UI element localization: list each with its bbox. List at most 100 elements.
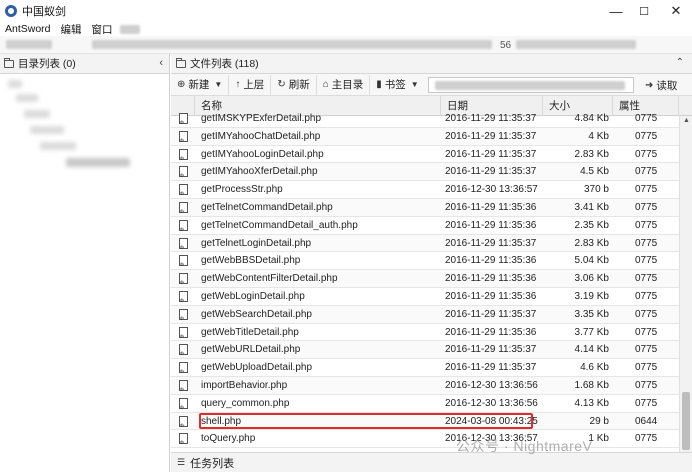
file-name: getWebSearchDetail.php [201, 308, 312, 320]
scroll-thumb[interactable] [682, 392, 690, 450]
file-size: 29 b [589, 415, 609, 427]
php-file-icon [179, 163, 193, 181]
php-file-icon [179, 128, 193, 146]
php-file-icon [179, 146, 193, 163]
table-row[interactable]: getWebTitleDetail.php 2016-11-29 11:35:36… [171, 324, 679, 342]
redacted-tree-node[interactable] [30, 126, 64, 134]
highlight-box [199, 412, 533, 429]
file-name: query_common.php [201, 397, 290, 409]
php-file-icon [179, 341, 193, 359]
menu-window[interactable]: 窗口 [87, 22, 118, 37]
file-size: 3.35 Kb [574, 308, 609, 320]
php-file-icon-glyph [179, 380, 188, 395]
arrow-right-icon: ➜ [645, 79, 654, 91]
table-row[interactable]: getIMYahooChatDetail.php 2016-11-29 11:35… [171, 127, 679, 146]
window-title: 中国蚁剑 [22, 6, 66, 18]
file-attr: 0775 [635, 362, 658, 374]
table-row[interactable]: importBehavior.php 2016-12-30 13:36:56 1.6… [171, 377, 679, 395]
table-row[interactable]: getWebSearchDetail.php 2016-11-29 11:35:3… [171, 305, 679, 324]
file-size: 4.84 Kb [574, 113, 609, 124]
file-size: 4 Kb [588, 130, 609, 142]
table-row[interactable]: getIMSKYPExferDetail.php 2016-11-29 11:35… [171, 110, 679, 128]
table-row[interactable]: getWebURLDetail.php 2016-11-29 11:35:37 4.… [171, 341, 679, 360]
redacted-path [435, 81, 625, 90]
php-file-icon [179, 199, 193, 217]
table-row[interactable]: getIMYahooXferDetail.php 2016-11-29 11:35… [171, 163, 679, 182]
task-list-label: 任务列表 [190, 457, 235, 470]
file-date: 2016-12-30 13:36:56 [445, 380, 538, 391]
path-input[interactable] [428, 77, 634, 93]
php-file-icon-glyph [179, 219, 188, 235]
bookmark-button[interactable]: ▮ 书签 ▼ [370, 75, 424, 95]
chevron-down-icon: ▼ [214, 80, 223, 89]
file-name: getWebContentFilterDetail.php [201, 273, 338, 285]
collapse-up-icon[interactable]: ⌃ [676, 57, 684, 68]
scroll-up-icon[interactable]: ▲ [680, 116, 692, 126]
table-row[interactable]: getTelnetCommandDetail_auth.php 2016-11-2… [171, 217, 679, 235]
file-size: 4.13 Kb [574, 397, 609, 409]
menu-antsword[interactable]: AntSword [0, 23, 56, 35]
up-button[interactable]: ↑ 上层 [229, 74, 272, 95]
new-button[interactable]: ⊕ 新建 ▼ [171, 74, 230, 95]
file-attr: 0775 [635, 326, 658, 338]
file-size: 4.6 Kb [580, 362, 609, 374]
table-row[interactable]: getProcessStr.php 2016-12-30 13:36:57 370 … [171, 181, 679, 199]
file-date: 2016-11-29 11:35:37 [445, 362, 537, 374]
php-file-icon [179, 110, 193, 128]
table-row[interactable]: toQuery.php2016-12-30 13:36:571 Kb0775 [171, 430, 679, 449]
close-button[interactable]: ✕ [656, 0, 692, 22]
file-attr: 0775 [635, 380, 658, 391]
file-date: 2016-11-29 11:35:37 [445, 130, 537, 142]
file-attr: 0775 [635, 113, 658, 124]
refresh-label: 刷新 [288, 79, 310, 91]
file-attr: 0775 [635, 291, 658, 302]
table-row[interactable]: getTelnetLoginDetail.php 2016-11-29 11:35… [171, 234, 679, 253]
php-file-icon-glyph [179, 148, 188, 163]
php-file-icon-glyph [179, 433, 188, 448]
redacted-tree-node[interactable] [16, 94, 38, 102]
file-name: getTelnetLoginDetail.php [201, 237, 312, 249]
watermark: 公众号 · NightmareV [456, 438, 593, 454]
redacted-tab [6, 40, 52, 49]
file-date: 2016-11-29 11:35:36 [445, 219, 537, 231]
file-panel: 文件列表 (118) ⌃ ⊕ 新建 ▼ ↑ 上层 ↻ 刷新 ⌂ 主目录 ▮ 书签… [171, 54, 692, 472]
table-row[interactable]: getWebContentFilterDetail.php 2016-11-29 … [171, 270, 679, 288]
menu-edit[interactable]: 编辑 [56, 22, 87, 37]
table-row[interactable]: query_common.php 2016-12-30 13:36:56 4.13 … [171, 395, 679, 413]
file-panel-header: 文件列表 (118) ⌃ [171, 54, 692, 74]
collapse-left-icon[interactable]: ‹ [159, 57, 163, 69]
vertical-scrollbar[interactable]: ▲ [679, 116, 692, 452]
file-date: 2016-11-29 11:35:36 [445, 326, 537, 338]
php-file-icon [179, 252, 193, 270]
file-attr: 0775 [635, 130, 658, 142]
file-name: getWebURLDetail.php [201, 344, 301, 356]
file-attr: 0775 [635, 397, 658, 409]
file-date: 2016-11-29 11:35:36 [445, 291, 537, 302]
file-date: 2016-11-29 11:35:37 [445, 344, 537, 356]
file-name: importBehavior.php [201, 380, 288, 391]
refresh-button[interactable]: ↻ 刷新 [271, 74, 317, 95]
redacted-tree-node[interactable] [66, 158, 130, 167]
table-row[interactable]: getWebLoginDetail.php 2016-11-29 11:35:36… [171, 288, 679, 306]
read-button[interactable]: ➜ 读取 [639, 75, 683, 95]
redacted-tree-node[interactable] [8, 80, 22, 88]
table-row[interactable]: getWebBBSDetail.php 2016-11-29 11:35:36 5.… [171, 252, 679, 271]
file-size: 3.41 Kb [574, 202, 609, 213]
file-size: 5.04 Kb [574, 255, 609, 267]
table-row[interactable]: getWebUploadDetail.php 2016-11-29 11:35:3… [171, 359, 679, 377]
php-file-icon-glyph [179, 184, 188, 199]
table-row[interactable]: getTelnetCommandDetail.php 2016-11-29 11:… [171, 199, 679, 217]
php-file-icon [179, 270, 193, 288]
table-row[interactable]: shell.php2024-03-08 00:43:2529 b0644 [171, 412, 679, 431]
php-file-icon-glyph [179, 308, 188, 324]
home-button[interactable]: ⌂ 主目录 [317, 74, 371, 95]
home-icon: ⌂ [322, 79, 329, 90]
table-row[interactable]: getIMYahooLoginDetail.php 2016-11-29 11:3… [171, 146, 679, 164]
task-list-bar[interactable]: ☰ 任务列表 [171, 452, 692, 472]
redacted-tree-node[interactable] [24, 110, 50, 118]
redacted-address-tail [516, 40, 636, 49]
redacted-tree-node[interactable] [40, 142, 76, 150]
php-file-icon [179, 306, 193, 324]
php-file-icon [179, 395, 193, 413]
redacted-address [92, 40, 492, 49]
